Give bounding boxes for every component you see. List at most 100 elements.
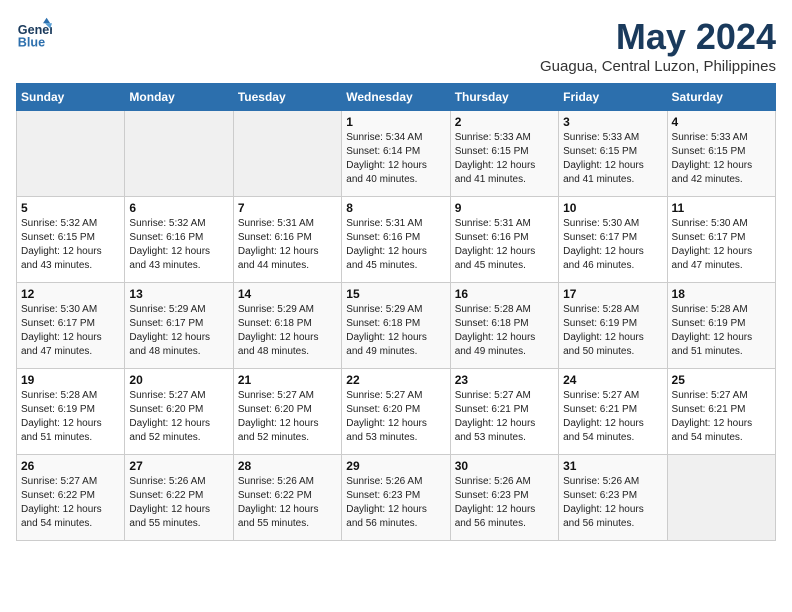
day-number: 28 — [238, 459, 337, 473]
calendar-cell: 10Sunrise: 5:30 AM Sunset: 6:17 PM Dayli… — [559, 197, 667, 283]
day-header-monday: Monday — [125, 84, 233, 111]
calendar-cell: 4 Sunrise: 5:33 AM Sunset: 6:15 PM Daylig… — [667, 111, 775, 197]
calendar-cell: 14 Sunrise: 5:29 AM Sunset: 6:18 PM Dayli… — [233, 283, 341, 369]
calendar-cell: 20 Sunrise: 5:27 AM Sunset: 6:20 PM Dayli… — [125, 369, 233, 455]
calendar-cell: 19Sunrise: 5:28 AM Sunset: 6:19 PM Dayli… — [17, 369, 125, 455]
day-info: Sunrise: 5:26 AM Sunset: 6:23 PM Dayligh… — [346, 475, 445, 531]
day-number: 26 — [21, 459, 120, 473]
calendar-week-4: 19Sunrise: 5:28 AM Sunset: 6:19 PM Dayli… — [17, 369, 776, 455]
day-header-tuesday: Tuesday — [233, 84, 341, 111]
calendar-cell: 29Sunrise: 5:26 AM Sunset: 6:23 PM Dayli… — [342, 455, 450, 541]
calendar-cell: 26 Sunrise: 5:27 AM Sunset: 6:22 PM Dayli… — [17, 455, 125, 541]
page-header: General Blue May 2024 Guagua, Central Lu… — [16, 16, 776, 75]
day-number: 30 — [455, 459, 554, 473]
calendar-cell: 16Sunrise: 5:28 AM Sunset: 6:18 PM Dayli… — [450, 283, 558, 369]
day-number: 31 — [563, 459, 662, 473]
day-number: 18 — [672, 287, 771, 301]
day-number: 10 — [563, 201, 662, 215]
calendar-cell: 21 Sunrise: 5:27 AM Sunset: 6:20 PM Dayli… — [233, 369, 341, 455]
day-number: 8 — [346, 201, 445, 215]
day-number: 2 — [455, 115, 554, 129]
day-info: Sunrise: 5:34 AM Sunset: 6:14 PM Dayligh… — [346, 131, 445, 187]
day-number: 6 — [129, 201, 228, 215]
day-number: 21 — [238, 373, 337, 387]
day-number: 23 — [455, 373, 554, 387]
day-number: 22 — [346, 373, 445, 387]
day-info: Sunrise: 5:31 AM Sunset: 6:16 PM Dayligh… — [346, 217, 445, 273]
day-info: Sunrise: 5:26 AM Sunset: 6:23 PM Dayligh… — [455, 475, 554, 531]
day-info: Sunrise: 5:32 AM Sunset: 6:16 PM Dayligh… — [129, 217, 228, 273]
day-info: Sunrise: 5:26 AM Sunset: 6:22 PM Dayligh… — [238, 475, 337, 531]
day-number: 25 — [672, 373, 771, 387]
day-number: 17 — [563, 287, 662, 301]
day-info: Sunrise: 5:31 AM Sunset: 6:16 PM Dayligh… — [455, 217, 554, 273]
calendar-cell: 7Sunrise: 5:31 AM Sunset: 6:16 PM Daylig… — [233, 197, 341, 283]
day-number: 4 — [672, 115, 771, 129]
logo: General Blue — [16, 16, 52, 52]
day-header-wednesday: Wednesday — [342, 84, 450, 111]
day-number: 14 — [238, 287, 337, 301]
day-info: Sunrise: 5:27 AM Sunset: 6:20 PM Dayligh… — [346, 389, 445, 445]
day-info: Sunrise: 5:29 AM Sunset: 6:17 PM Dayligh… — [129, 303, 228, 359]
month-title: May 2024 — [540, 16, 776, 58]
day-info: Sunrise: 5:28 AM Sunset: 6:19 PM Dayligh… — [563, 303, 662, 359]
day-number: 3 — [563, 115, 662, 129]
calendar-cell: 23 Sunrise: 5:27 AM Sunset: 6:21 PM Dayli… — [450, 369, 558, 455]
day-header-thursday: Thursday — [450, 84, 558, 111]
day-info: Sunrise: 5:27 AM Sunset: 6:20 PM Dayligh… — [129, 389, 228, 445]
calendar-cell: 1 Sunrise: 5:34 AM Sunset: 6:14 PM Daylig… — [342, 111, 450, 197]
calendar-cell: 31Sunrise: 5:26 AM Sunset: 6:23 PM Dayli… — [559, 455, 667, 541]
day-info: Sunrise: 5:33 AM Sunset: 6:15 PM Dayligh… — [563, 131, 662, 187]
day-info: Sunrise: 5:33 AM Sunset: 6:15 PM Dayligh… — [672, 131, 771, 187]
day-info: Sunrise: 5:33 AM Sunset: 6:15 PM Dayligh… — [455, 131, 554, 187]
day-number: 7 — [238, 201, 337, 215]
day-number: 13 — [129, 287, 228, 301]
calendar-cell — [233, 111, 341, 197]
day-header-friday: Friday — [559, 84, 667, 111]
calendar-cell: 27Sunrise: 5:26 AM Sunset: 6:22 PM Dayli… — [125, 455, 233, 541]
day-info: Sunrise: 5:30 AM Sunset: 6:17 PM Dayligh… — [21, 303, 120, 359]
day-number: 19 — [21, 373, 120, 387]
location-title: Guagua, Central Luzon, Philippines — [540, 58, 776, 75]
day-info: Sunrise: 5:27 AM Sunset: 6:22 PM Dayligh… — [21, 475, 120, 531]
day-number: 11 — [672, 201, 771, 215]
calendar-table: SundayMondayTuesdayWednesdayThursdayFrid… — [16, 83, 776, 541]
calendar-cell — [667, 455, 775, 541]
calendar-cell: 30 Sunrise: 5:26 AM Sunset: 6:23 PM Dayli… — [450, 455, 558, 541]
calendar-week-3: 12 Sunrise: 5:30 AM Sunset: 6:17 PM Dayli… — [17, 283, 776, 369]
calendar-cell: 12 Sunrise: 5:30 AM Sunset: 6:17 PM Dayli… — [17, 283, 125, 369]
day-info: Sunrise: 5:27 AM Sunset: 6:20 PM Dayligh… — [238, 389, 337, 445]
calendar-body: 1 Sunrise: 5:34 AM Sunset: 6:14 PM Daylig… — [17, 111, 776, 541]
calendar-cell: 22 Sunrise: 5:27 AM Sunset: 6:20 PM Dayli… — [342, 369, 450, 455]
calendar-cell: 18Sunrise: 5:28 AM Sunset: 6:19 PM Dayli… — [667, 283, 775, 369]
calendar-cell: 17 Sunrise: 5:28 AM Sunset: 6:19 PM Dayli… — [559, 283, 667, 369]
calendar-cell: 13 Sunrise: 5:29 AM Sunset: 6:17 PM Dayli… — [125, 283, 233, 369]
calendar-cell: 6 Sunrise: 5:32 AM Sunset: 6:16 PM Daylig… — [125, 197, 233, 283]
day-number: 12 — [21, 287, 120, 301]
calendar-cell: 15 Sunrise: 5:29 AM Sunset: 6:18 PM Dayli… — [342, 283, 450, 369]
day-number: 1 — [346, 115, 445, 129]
day-info: Sunrise: 5:27 AM Sunset: 6:21 PM Dayligh… — [455, 389, 554, 445]
day-number: 20 — [129, 373, 228, 387]
calendar-cell: 25Sunrise: 5:27 AM Sunset: 6:21 PM Dayli… — [667, 369, 775, 455]
calendar-week-2: 5Sunrise: 5:32 AM Sunset: 6:15 PM Daylig… — [17, 197, 776, 283]
logo-icon: General Blue — [16, 16, 52, 52]
calendar-cell: 11Sunrise: 5:30 AM Sunset: 6:17 PM Dayli… — [667, 197, 775, 283]
calendar-week-1: 1 Sunrise: 5:34 AM Sunset: 6:14 PM Daylig… — [17, 111, 776, 197]
day-info: Sunrise: 5:29 AM Sunset: 6:18 PM Dayligh… — [238, 303, 337, 359]
calendar-cell: 28 Sunrise: 5:26 AM Sunset: 6:22 PM Dayli… — [233, 455, 341, 541]
calendar-cell — [125, 111, 233, 197]
day-number: 16 — [455, 287, 554, 301]
day-info: Sunrise: 5:29 AM Sunset: 6:18 PM Dayligh… — [346, 303, 445, 359]
calendar-cell — [17, 111, 125, 197]
day-info: Sunrise: 5:32 AM Sunset: 6:15 PM Dayligh… — [21, 217, 120, 273]
day-number: 15 — [346, 287, 445, 301]
calendar-week-5: 26 Sunrise: 5:27 AM Sunset: 6:22 PM Dayli… — [17, 455, 776, 541]
calendar-cell: 9Sunrise: 5:31 AM Sunset: 6:16 PM Daylig… — [450, 197, 558, 283]
calendar-cell: 5Sunrise: 5:32 AM Sunset: 6:15 PM Daylig… — [17, 197, 125, 283]
day-number: 24 — [563, 373, 662, 387]
calendar-cell: 3 Sunrise: 5:33 AM Sunset: 6:15 PM Daylig… — [559, 111, 667, 197]
calendar-cell: 2 Sunrise: 5:33 AM Sunset: 6:15 PM Daylig… — [450, 111, 558, 197]
svg-text:Blue: Blue — [18, 36, 45, 50]
day-header-sunday: Sunday — [17, 84, 125, 111]
